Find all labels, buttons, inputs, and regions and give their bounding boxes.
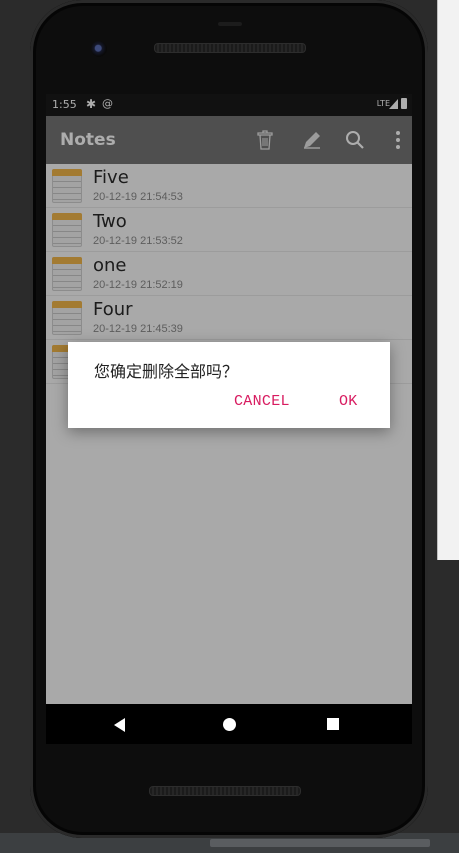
ide-horizontal-scrollbar[interactable] <box>210 839 430 847</box>
cancel-button[interactable]: CANCEL <box>234 393 290 410</box>
phone-frame: 1:55 ✱ @ LTE Notes Five 20-12-19 21:54:5… <box>30 0 428 838</box>
confirm-delete-dialog: 您确定删除全部吗？ CANCEL OK <box>68 342 390 428</box>
top-speaker <box>154 43 306 53</box>
bottom-speaker <box>149 786 301 796</box>
back-icon[interactable] <box>114 718 125 732</box>
ide-side-panel <box>437 0 459 560</box>
recents-icon[interactable] <box>327 718 339 730</box>
ok-button[interactable]: OK <box>339 393 358 410</box>
earpiece <box>218 22 242 26</box>
front-camera <box>91 41 107 57</box>
navigation-bar <box>46 704 412 744</box>
home-icon[interactable] <box>223 718 236 731</box>
device-screen: 1:55 ✱ @ LTE Notes Five 20-12-19 21:54:5… <box>46 94 412 704</box>
dialog-message: 您确定删除全部吗？ <box>94 362 239 381</box>
